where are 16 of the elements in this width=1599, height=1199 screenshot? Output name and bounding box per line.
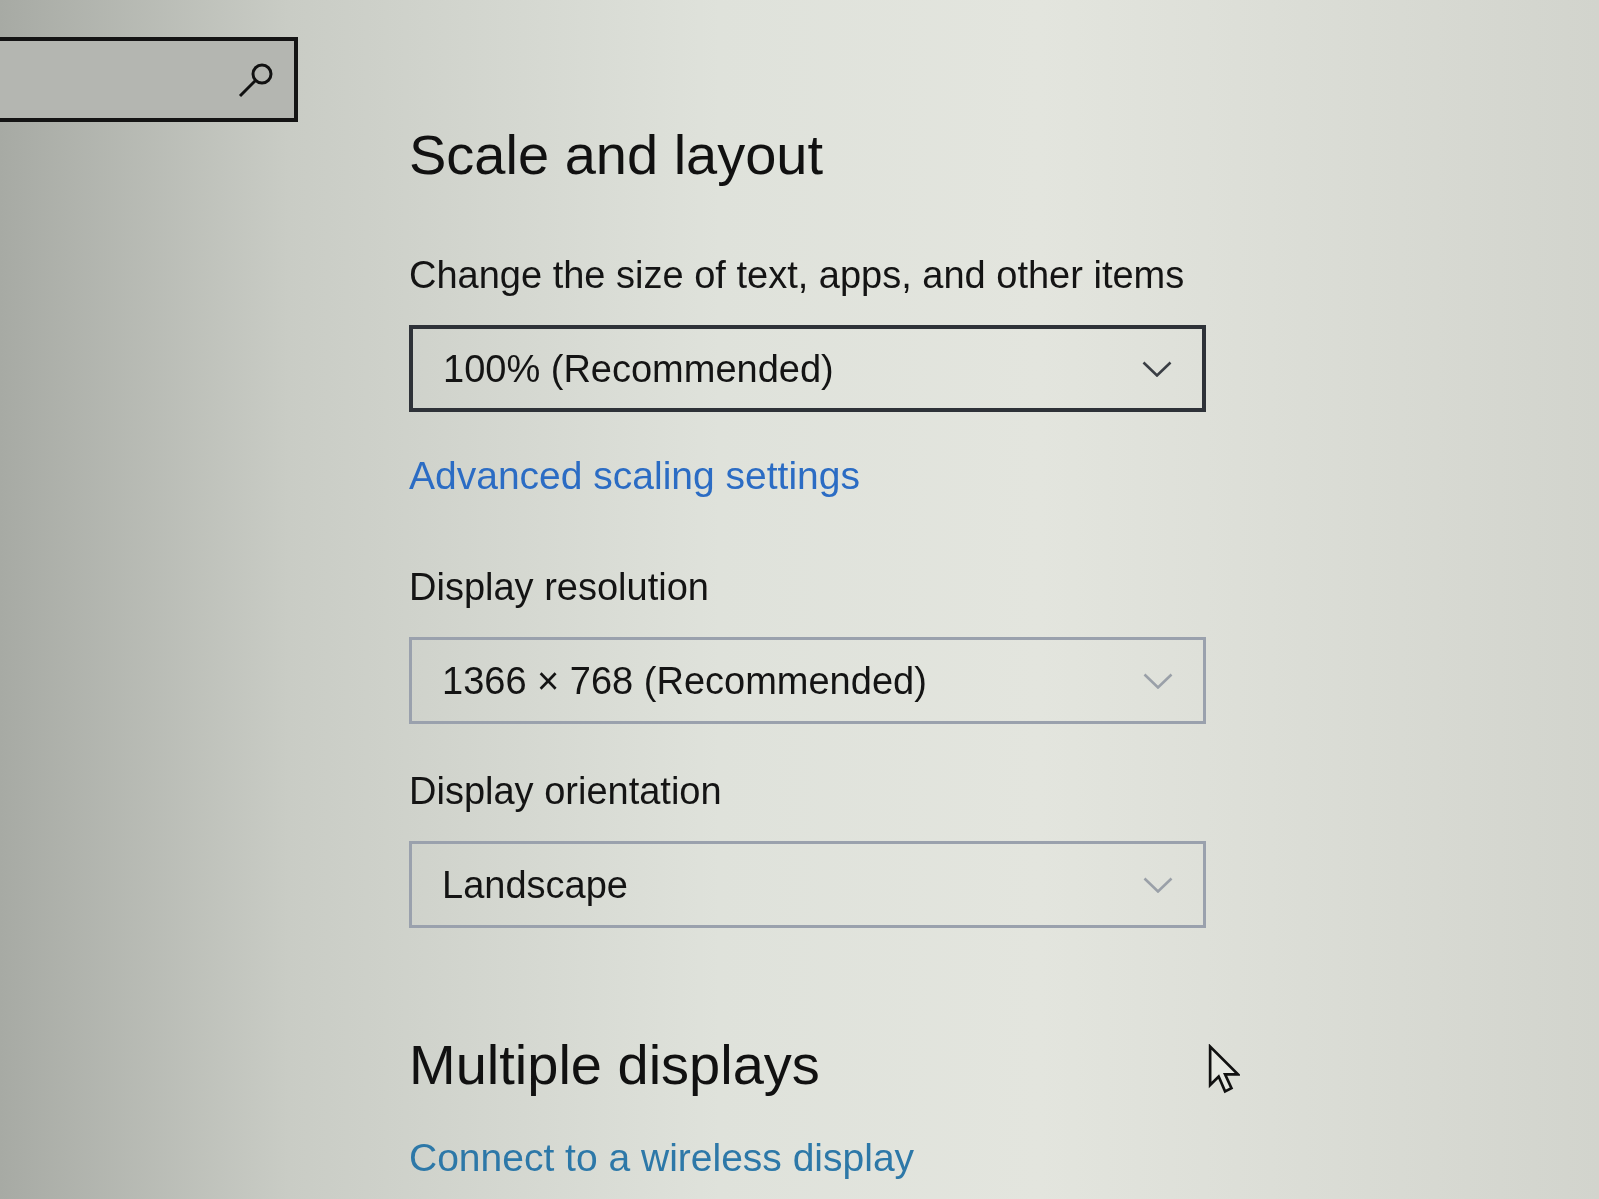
dropdown[interactable]: Landscape	[409, 841, 1206, 928]
section-heading: Scale and layout	[409, 122, 824, 188]
dropdown[interactable]: 1366 × 768 (Recommended)	[409, 637, 1206, 724]
section-heading: Multiple displays	[409, 1032, 820, 1098]
chevron-icon	[1142, 360, 1172, 377]
chevron-icon	[1143, 672, 1173, 689]
setting-label: Display orientation	[409, 769, 722, 814]
dropdown[interactable]: 100% (Recommended)	[409, 325, 1206, 412]
search-icon	[238, 61, 274, 98]
link[interactable]: Advanced scaling settings	[409, 452, 860, 500]
link[interactable]: Connect to a wireless display	[409, 1134, 915, 1182]
mouse-pointer-icon	[1208, 1044, 1240, 1094]
setting-label: Change the size of text, apps, and other items	[409, 253, 1185, 298]
search-field[interactable]	[0, 37, 298, 122]
chevron-icon	[1143, 876, 1173, 893]
setting-label: Display resolution	[409, 565, 709, 610]
